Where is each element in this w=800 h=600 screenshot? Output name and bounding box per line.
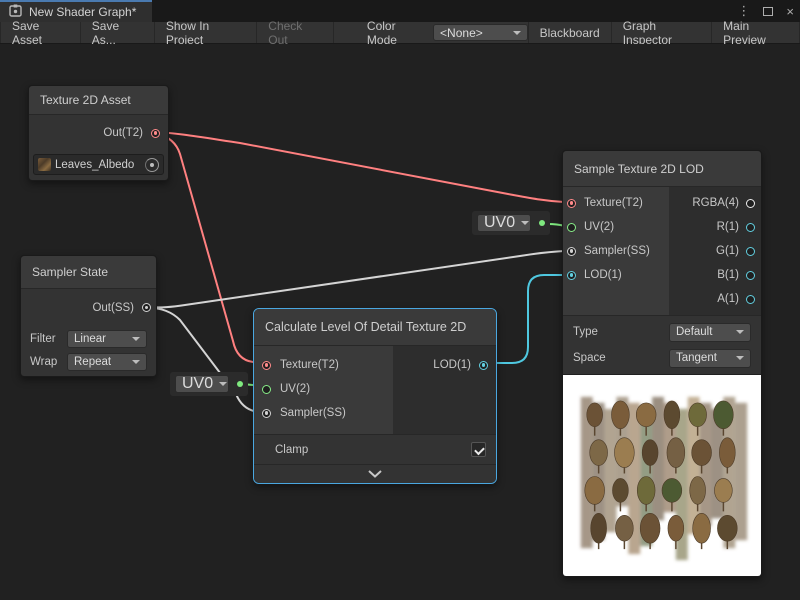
port-texture-t2[interactable]: [567, 199, 576, 208]
port-label: B(1): [717, 269, 739, 281]
uv-channel-dropdown[interactable]: UV0: [175, 375, 229, 393]
port-label: RGBA(4): [692, 197, 739, 209]
port-texture-t2[interactable]: [262, 361, 271, 370]
save-as-button[interactable]: Save As...: [81, 22, 155, 43]
graph-canvas[interactable]: Texture 2D Asset Out(T2) Leaves_Albedo S…: [0, 44, 800, 600]
port-label: Texture(T2): [584, 197, 643, 209]
space-label: Space: [573, 352, 606, 364]
node-sampler-state[interactable]: Sampler State Out(SS) Filter Linear Wrap…: [20, 255, 157, 377]
port-sampler-ss[interactable]: [262, 409, 271, 418]
wire-endpoint-dot: [539, 220, 545, 226]
port-label: Sampler(SS): [584, 245, 650, 257]
port-a-1[interactable]: [746, 295, 755, 304]
node-header[interactable]: Sample Texture 2D LOD: [563, 151, 761, 187]
uv-channel-dropdown[interactable]: UV0: [477, 214, 531, 232]
filter-label: Filter: [30, 333, 56, 345]
uv-channel-value: UV0: [484, 214, 515, 232]
chevron-down-icon: [513, 31, 521, 35]
port-out-ss[interactable]: [142, 303, 151, 312]
color-mode-dropdown[interactable]: <None>: [433, 24, 528, 41]
wire-sampler-to-calculate: [146, 307, 264, 412]
port-label: UV(2): [280, 383, 310, 395]
type-dropdown[interactable]: Default: [669, 323, 751, 342]
shader-graph-window: New Shader Graph* ⋮ × Save Asset Save As…: [0, 0, 800, 600]
space-dropdown[interactable]: Tangent: [669, 349, 751, 368]
port-out-t2[interactable]: [151, 129, 160, 138]
chevron-down-icon: [368, 470, 382, 478]
filter-value: Linear: [74, 333, 106, 345]
tab-title: New Shader Graph*: [29, 5, 136, 19]
color-mode-label: Color Mode: [367, 19, 425, 47]
node-preview-image: [563, 374, 761, 576]
port-uv-2[interactable]: [567, 223, 576, 232]
type-label: Type: [573, 326, 598, 338]
node-calculate-lod-texture-2d[interactable]: Calculate Level Of Detail Texture 2D Tex…: [253, 308, 497, 484]
menu-icon[interactable]: ⋮: [737, 3, 750, 19]
port-label: G(1): [716, 245, 739, 257]
port-sampler-ss[interactable]: [567, 247, 576, 256]
clamp-label: Clamp: [275, 444, 308, 456]
node-header[interactable]: Calculate Level Of Detail Texture 2D: [254, 309, 496, 346]
wire-texture-to-calculate: [156, 133, 263, 363]
uv-channel-value: UV0: [182, 375, 213, 393]
port-r-1[interactable]: [746, 223, 755, 232]
node-texture-2d-asset[interactable]: Texture 2D Asset Out(T2) Leaves_Albedo: [28, 85, 169, 181]
uv-channel-widget: UV0: [170, 372, 248, 396]
chevron-down-icon: [736, 356, 744, 360]
node-sample-texture-2d-lod[interactable]: Sample Texture 2D LOD Texture(T2) UV(2) …: [562, 150, 762, 577]
maximize-icon[interactable]: [763, 7, 773, 16]
port-b-1[interactable]: [746, 271, 755, 280]
wrap-value: Repeat: [74, 356, 111, 368]
space-value: Tangent: [676, 352, 717, 364]
port-label: R(1): [717, 221, 739, 233]
node-header[interactable]: Sampler State: [21, 256, 156, 289]
close-icon[interactable]: ×: [786, 4, 794, 19]
toolbar: Save Asset Save As... Show In Project Ch…: [0, 22, 800, 44]
port-label: Sampler(SS): [280, 407, 346, 419]
port-uv-2[interactable]: [262, 385, 271, 394]
chevron-down-icon: [132, 337, 140, 341]
check-out-button: Check Out: [257, 22, 334, 43]
wrap-dropdown[interactable]: Repeat: [67, 353, 147, 371]
texture-name: Leaves_Albedo: [55, 159, 139, 171]
save-asset-button[interactable]: Save Asset: [0, 22, 81, 43]
port-label: UV(2): [584, 221, 614, 233]
chevron-down-icon: [132, 360, 140, 364]
wire-texture-to-sample: [154, 132, 564, 202]
clamp-checkbox[interactable]: [471, 442, 486, 457]
wire-lod-to-sample: [490, 275, 564, 363]
port-g-1[interactable]: [746, 247, 755, 256]
port-label: Out(T2): [103, 127, 143, 139]
main-preview-button[interactable]: Main Preview: [712, 22, 800, 43]
chevron-down-icon: [521, 221, 529, 225]
texture-thumbnail-icon: [38, 158, 51, 171]
chevron-down-icon: [219, 382, 227, 386]
graph-inspector-button[interactable]: Graph Inspector: [612, 22, 712, 43]
chevron-down-icon: [736, 330, 744, 334]
port-lod-1[interactable]: [479, 361, 488, 370]
node-header[interactable]: Texture 2D Asset: [29, 86, 168, 115]
filter-dropdown[interactable]: Linear: [67, 330, 147, 348]
port-rgba-4[interactable]: [746, 199, 755, 208]
object-picker-icon[interactable]: [145, 158, 159, 172]
port-label: LOD(1): [433, 359, 471, 371]
port-lod-1[interactable]: [567, 271, 576, 280]
wire-endpoint-dot: [237, 381, 243, 387]
type-value: Default: [676, 326, 712, 338]
port-label: Texture(T2): [280, 359, 339, 371]
blackboard-button[interactable]: Blackboard: [528, 22, 612, 43]
wrap-label: Wrap: [30, 356, 57, 368]
texture-object-field[interactable]: Leaves_Albedo: [33, 154, 164, 175]
show-in-project-button[interactable]: Show In Project: [155, 22, 257, 43]
port-label: Out(SS): [92, 302, 134, 314]
wire-sampler-to-sample: [146, 251, 564, 307]
color-mode-value: <None>: [440, 26, 483, 40]
port-label: A(1): [717, 293, 739, 305]
uv-channel-widget: UV0: [472, 211, 550, 235]
port-label: LOD(1): [584, 269, 622, 281]
collapse-chevron-button[interactable]: [254, 464, 496, 483]
